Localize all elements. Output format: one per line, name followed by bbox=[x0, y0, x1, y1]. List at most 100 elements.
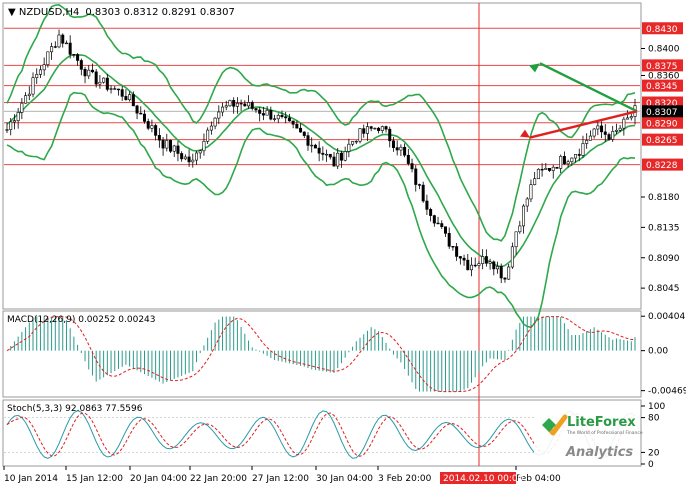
candle-body bbox=[410, 163, 414, 170]
candle-body bbox=[611, 131, 615, 140]
level-label: 0.8375 bbox=[646, 62, 678, 72]
candle-body bbox=[432, 215, 436, 224]
chart-ohlc-header: ▼ NZDUSD,H4 0.8303 0.8312 0.8291 0.8307 bbox=[8, 7, 235, 18]
candle-body bbox=[369, 126, 373, 129]
candle-body bbox=[310, 144, 314, 147]
candle-body bbox=[120, 89, 124, 97]
candle-body bbox=[336, 152, 340, 167]
candle-body bbox=[510, 246, 514, 268]
candle-body bbox=[135, 105, 139, 114]
time-tick-label: 15 Jan 12:00 bbox=[66, 474, 123, 484]
candle-body bbox=[351, 141, 355, 145]
candle-body bbox=[365, 126, 369, 134]
candle-body bbox=[429, 209, 433, 216]
candle-body bbox=[548, 168, 552, 171]
candle-body bbox=[299, 127, 303, 133]
dropdown-triangle-icon: ▼ bbox=[8, 7, 19, 18]
candle-body bbox=[235, 102, 239, 107]
candle-body bbox=[421, 184, 425, 202]
candle-body bbox=[287, 117, 291, 122]
candle-body bbox=[250, 102, 254, 109]
candle-body bbox=[284, 116, 288, 119]
candle-body bbox=[618, 127, 622, 131]
price-tick-label: 0.8360 bbox=[648, 72, 680, 82]
candle-body bbox=[9, 121, 13, 130]
candle-body bbox=[239, 102, 243, 105]
time-highlight-label: 2014.02.10 00:00 bbox=[443, 474, 524, 484]
macd-label: MACD(12,26,9) 0.00252 0.00243 bbox=[7, 315, 156, 325]
price-tick-label: 0.8090 bbox=[648, 254, 680, 264]
candle-body bbox=[525, 198, 529, 207]
macd-tick-label: -0.00469 bbox=[648, 387, 686, 397]
candle-body bbox=[195, 152, 199, 161]
candle-body bbox=[213, 117, 217, 127]
candle-body bbox=[577, 154, 581, 156]
candle-body bbox=[169, 140, 173, 152]
logo-brand: LiteForex bbox=[567, 415, 636, 430]
candle-body bbox=[566, 161, 570, 165]
candle-body bbox=[417, 184, 421, 186]
macd-tick-label: 0.00404 bbox=[648, 312, 685, 322]
candle-body bbox=[5, 129, 9, 131]
candle-body bbox=[183, 156, 187, 160]
candle-body bbox=[388, 128, 392, 142]
candle-body bbox=[484, 256, 488, 264]
candle-body bbox=[362, 128, 366, 134]
candle-body bbox=[27, 93, 31, 96]
candle-body bbox=[291, 120, 295, 125]
candle-body bbox=[232, 100, 236, 107]
candle-body bbox=[83, 69, 87, 77]
candle-body bbox=[462, 257, 466, 261]
candle-body bbox=[603, 131, 607, 135]
candle-body bbox=[614, 129, 618, 132]
candle-body bbox=[481, 256, 485, 264]
candle-body bbox=[469, 264, 473, 271]
candle-body bbox=[247, 102, 251, 107]
candle-body bbox=[124, 96, 128, 101]
price-tick-label: 0.8135 bbox=[648, 223, 680, 233]
main-panel bbox=[2, 2, 642, 310]
candle-body bbox=[180, 153, 184, 160]
candle-body bbox=[317, 147, 321, 154]
candle-body bbox=[265, 110, 269, 116]
candle-body bbox=[38, 69, 42, 75]
level-label: 0.8228 bbox=[646, 161, 678, 171]
candle-body bbox=[377, 127, 381, 131]
candle-body bbox=[217, 111, 221, 119]
candle-body bbox=[466, 259, 470, 271]
candle-body bbox=[224, 105, 228, 108]
stoch-tick-label: 20 bbox=[648, 448, 660, 458]
candle-body bbox=[57, 34, 61, 48]
time-tick-label: 20 Jan 04:00 bbox=[130, 474, 187, 484]
candle-body bbox=[473, 264, 477, 267]
chart-canvas: 0.84300.83750.83450.83200.82900.82650.82… bbox=[2, 2, 686, 484]
candle-body bbox=[306, 135, 310, 146]
candle-body bbox=[157, 135, 161, 141]
candle-body bbox=[559, 156, 563, 169]
candle-body bbox=[592, 128, 596, 137]
candle-body bbox=[87, 69, 91, 77]
candle-body bbox=[146, 121, 150, 129]
candle-body bbox=[403, 146, 407, 156]
candle-body bbox=[328, 153, 332, 158]
candle-body bbox=[64, 42, 68, 45]
time-tick-label: 27 Jan 12:00 bbox=[252, 474, 309, 484]
candle-body bbox=[161, 139, 165, 149]
candle-body bbox=[629, 116, 633, 119]
candle-body bbox=[522, 205, 526, 227]
candle-body bbox=[12, 120, 16, 123]
candle-body bbox=[187, 156, 191, 163]
candle-body bbox=[354, 140, 358, 143]
candle-body bbox=[499, 266, 503, 279]
candle-body bbox=[76, 54, 80, 61]
candle-body bbox=[228, 100, 232, 107]
candle-body bbox=[24, 95, 28, 104]
candle-body bbox=[391, 140, 395, 148]
price-tick-label: 0.8045 bbox=[648, 284, 680, 294]
candle-body bbox=[536, 168, 540, 180]
candle-body bbox=[451, 246, 455, 248]
candle-body bbox=[321, 152, 325, 155]
candle-body bbox=[380, 126, 384, 131]
time-tick-label: 22 Jan 20:00 bbox=[190, 474, 247, 484]
candle-body bbox=[496, 266, 500, 270]
